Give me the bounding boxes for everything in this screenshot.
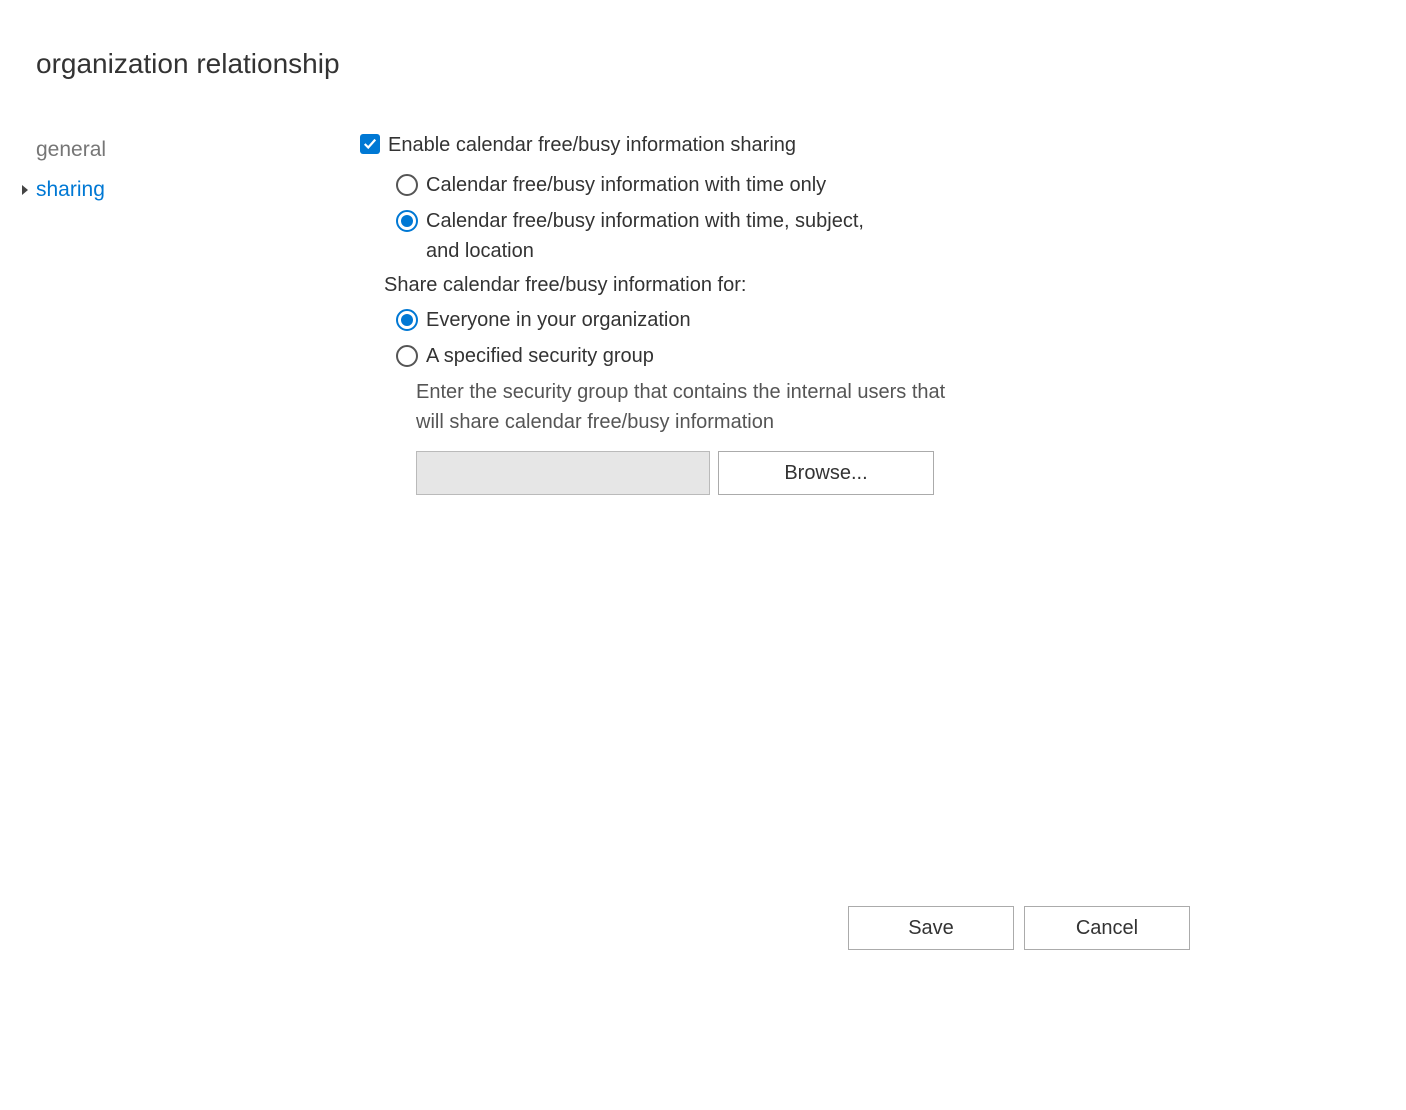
sidebar-item-sharing[interactable]: sharing — [36, 170, 320, 210]
radio-specified-group[interactable] — [396, 345, 418, 367]
save-button[interactable]: Save — [848, 906, 1014, 950]
content-wrapper: general sharing Enable calendar free/bus… — [0, 80, 1406, 495]
radio-row-time-subject-location: Calendar free/busy information with time… — [396, 206, 1366, 266]
security-group-helper: Enter the security group that contains t… — [360, 377, 960, 437]
enable-sharing-checkbox[interactable] — [360, 134, 380, 154]
radio-time-only-label[interactable]: Calendar free/busy information with time… — [426, 170, 826, 200]
sidebar-item-label: general — [36, 138, 106, 161]
page-title: organization relationship — [0, 0, 1406, 80]
radio-selected-dot-icon — [401, 215, 413, 227]
radio-everyone-label[interactable]: Everyone in your organization — [426, 305, 691, 335]
radio-row-time-only: Calendar free/busy information with time… — [396, 170, 1366, 200]
radio-everyone[interactable] — [396, 309, 418, 331]
sidebar-item-label: sharing — [36, 178, 105, 201]
radio-time-subject-location[interactable] — [396, 210, 418, 232]
share-for-label: Share calendar free/busy information for… — [360, 274, 1366, 297]
security-group-input-row: Browse... — [360, 451, 1366, 495]
radio-row-everyone: Everyone in your organization — [396, 305, 1366, 335]
enable-sharing-checkbox-row: Enable calendar free/busy information sh… — [360, 130, 1366, 160]
share-for-radio-group: Everyone in your organization A specifie… — [360, 305, 1366, 371]
browse-button[interactable]: Browse... — [718, 451, 934, 495]
radio-specified-group-label[interactable]: A specified security group — [426, 341, 654, 371]
caret-right-icon — [22, 185, 28, 195]
detail-level-radio-group: Calendar free/busy information with time… — [360, 170, 1366, 266]
security-group-input[interactable] — [416, 451, 710, 495]
main-panel: Enable calendar free/busy information sh… — [320, 130, 1406, 495]
radio-time-subject-location-label[interactable]: Calendar free/busy information with time… — [426, 206, 876, 266]
cancel-button[interactable]: Cancel — [1024, 906, 1190, 950]
radio-row-specified-group: A specified security group — [396, 341, 1366, 371]
sidebar: general sharing — [0, 130, 320, 495]
radio-time-only[interactable] — [396, 174, 418, 196]
radio-selected-dot-icon — [401, 314, 413, 326]
enable-sharing-label[interactable]: Enable calendar free/busy information sh… — [388, 130, 796, 160]
sidebar-item-general[interactable]: general — [36, 130, 320, 170]
footer: Save Cancel — [848, 906, 1190, 950]
check-icon — [363, 137, 377, 151]
